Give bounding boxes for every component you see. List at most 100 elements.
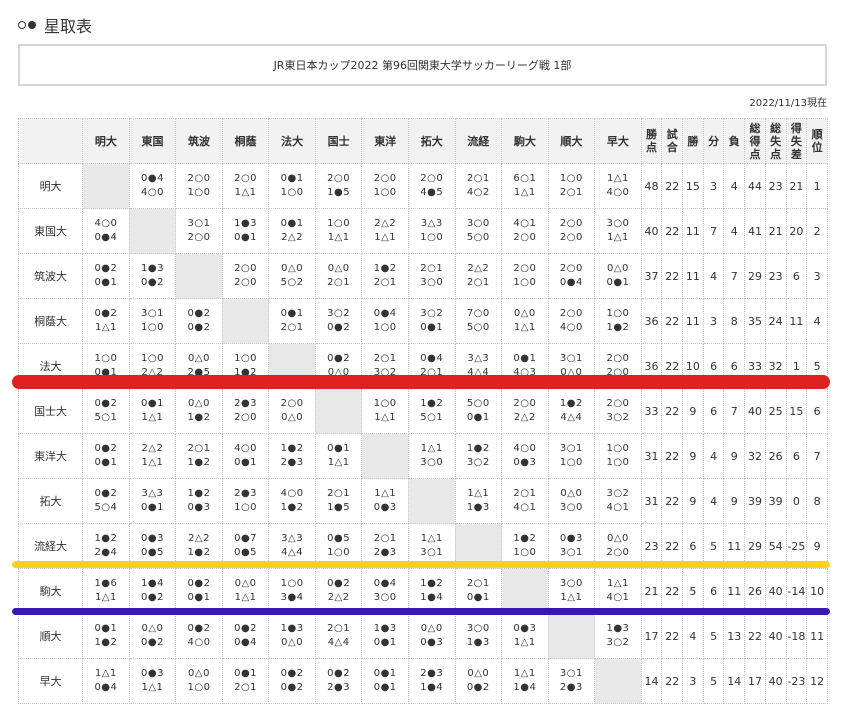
stat-cell: 7 — [723, 388, 746, 434]
second-leg-result: 3○0 — [420, 277, 444, 288]
table-body: 明大 0●4 4○0 2○0 1○0 2○0 1△1 0●1 1○0 2○0 1●5 2○0 1○0 2○… — [17, 163, 828, 704]
stat-cell: 23 — [764, 253, 787, 299]
first-leg-result: 4○1 — [513, 218, 537, 229]
match-result-cell: 3○0 1●3 — [454, 613, 503, 659]
first-leg-result: 0●1 — [140, 398, 164, 409]
stat-cell: 11 — [682, 253, 704, 299]
second-leg-result: 1○0 — [187, 187, 211, 198]
match-result-cell: 1○0 1●2 — [594, 298, 642, 344]
self-match-cell — [128, 208, 177, 254]
stat-cell: 9 — [682, 388, 704, 434]
match-result-cell: 4○0 1●2 — [268, 478, 316, 524]
match-result-cell: 7○0 5○0 — [454, 298, 503, 344]
match-result-cell: 0●2 2●3 — [314, 658, 363, 704]
stat-cell: 20 — [785, 208, 808, 254]
stat-cell: 36 — [640, 298, 663, 344]
first-leg-result: 4○0 — [94, 218, 118, 229]
match-result-cell: 3○2 0●2 — [314, 298, 363, 344]
first-leg-result: 0●2 — [94, 488, 118, 499]
first-leg-result: 1△1 — [467, 488, 490, 499]
match-result-cell: 2○0 1●5 — [314, 163, 363, 209]
match-result-cell: 2○1 0●1 — [454, 568, 503, 614]
table-row: 明大 0●4 4○0 2○0 1○0 2○0 1△1 0●1 1○0 2○0 1●5 2○0 1○0 2○… — [17, 163, 828, 209]
stat-cell: 13 — [723, 613, 746, 659]
first-leg-result: 2○0 — [420, 173, 444, 184]
stat-cell: 8 — [806, 478, 828, 524]
match-result-cell: 0●2 0●2 — [175, 298, 223, 344]
second-leg-result: 0●1 — [234, 457, 258, 468]
table-row: 桐蔭大 0●2 1△1 3○1 1○0 0●2 0●2 0●1 2○1 3○2 0●2 0●4 1○0 3… — [17, 298, 828, 344]
first-leg-result: 2○0 — [234, 263, 258, 274]
first-leg-result: 1●3 — [280, 623, 304, 634]
team-name: 国士大 — [17, 388, 84, 434]
stat-cell: 9 — [682, 433, 704, 479]
first-leg-result: 2○0 — [559, 218, 583, 229]
second-leg-result: 1●2 — [280, 502, 304, 513]
second-leg-result: 3○2 — [606, 637, 630, 648]
match-result-cell: 3△3 1○0 — [407, 208, 456, 254]
stat-cell: 11 — [785, 298, 808, 344]
stat-cell: 22 — [744, 613, 766, 659]
stat-cell: 3 — [806, 253, 828, 299]
second-leg-result: 2○0 — [187, 232, 211, 243]
first-leg-result: 0●1 — [280, 308, 304, 319]
stat-cell: 7 — [702, 208, 725, 254]
first-leg-result: 0●3 — [140, 533, 164, 544]
stat-cell: 6 — [785, 433, 808, 479]
stat-cell: 5 — [702, 613, 725, 659]
second-leg-result: 1△1 — [94, 322, 117, 333]
second-leg-result: 1△1 — [374, 232, 397, 243]
self-match-cell — [175, 253, 223, 299]
first-leg-result: 2○1 — [327, 488, 351, 499]
first-leg-result: 0△0 — [420, 623, 443, 634]
column-header-opponent: 順大 — [547, 118, 596, 164]
stat-cell: 40 — [764, 613, 787, 659]
match-result-cell: 0●2 1△1 — [82, 298, 130, 344]
stat-cell: 4 — [682, 613, 704, 659]
stat-cell: 6 — [702, 388, 725, 434]
first-leg-result: 1△1 — [606, 578, 629, 589]
second-leg-result: 2○1 — [327, 277, 351, 288]
second-leg-result: 2●3 — [559, 682, 583, 693]
second-leg-result: 4○0 — [606, 187, 630, 198]
stat-cell: 4 — [702, 253, 725, 299]
second-leg-result: 1●4 — [420, 592, 444, 603]
stat-cell: 31 — [640, 433, 663, 479]
first-leg-result: 3○2 — [606, 488, 630, 499]
stat-cell: 40 — [640, 208, 663, 254]
second-leg-result: 1○0 — [606, 457, 630, 468]
match-result-cell: 0●2 0●1 — [82, 253, 130, 299]
first-leg-result: 0●3 — [559, 533, 583, 544]
second-leg-result: 0●1 — [187, 592, 211, 603]
first-leg-result: 2○1 — [187, 443, 211, 454]
first-leg-result: 0●3 — [513, 623, 537, 634]
second-leg-result: 0●1 — [466, 412, 490, 423]
second-leg-result: 0●1 — [466, 592, 490, 603]
second-leg-result: 4○1 — [606, 592, 630, 603]
match-result-cell: 2●3 1○0 — [221, 478, 270, 524]
first-leg-result: 2●3 — [420, 668, 444, 679]
first-leg-result: 2○1 — [513, 488, 537, 499]
second-leg-result: 3○1 — [420, 547, 444, 558]
first-leg-result: 1●2 — [559, 398, 583, 409]
second-leg-result: 4○2 — [466, 187, 490, 198]
second-leg-result: 0●1 — [606, 277, 630, 288]
first-leg-result: 1●2 — [94, 533, 118, 544]
column-header-opponent: 拓大 — [407, 118, 456, 164]
stat-cell: 22 — [661, 253, 684, 299]
match-result-cell: 0●2 0●1 — [175, 568, 223, 614]
stat-cell: 4 — [723, 163, 746, 209]
match-result-cell: 2●3 2○0 — [221, 388, 270, 434]
first-leg-result: 0△0 — [188, 353, 210, 364]
second-leg-result: 4△4 — [560, 412, 583, 423]
second-leg-result: 0●1 — [140, 502, 164, 513]
match-result-cell: 0●1 2○1 — [221, 658, 270, 704]
first-leg-result: 2○1 — [373, 353, 397, 364]
stat-cell: 11 — [806, 613, 828, 659]
self-match-cell — [221, 298, 270, 344]
self-match-cell — [82, 163, 130, 209]
second-leg-result: 0●2 — [466, 682, 490, 693]
first-leg-result: 3△3 — [467, 353, 490, 364]
second-leg-result: 0●1 — [94, 277, 118, 288]
match-result-cell: 1●3 3○2 — [594, 613, 642, 659]
